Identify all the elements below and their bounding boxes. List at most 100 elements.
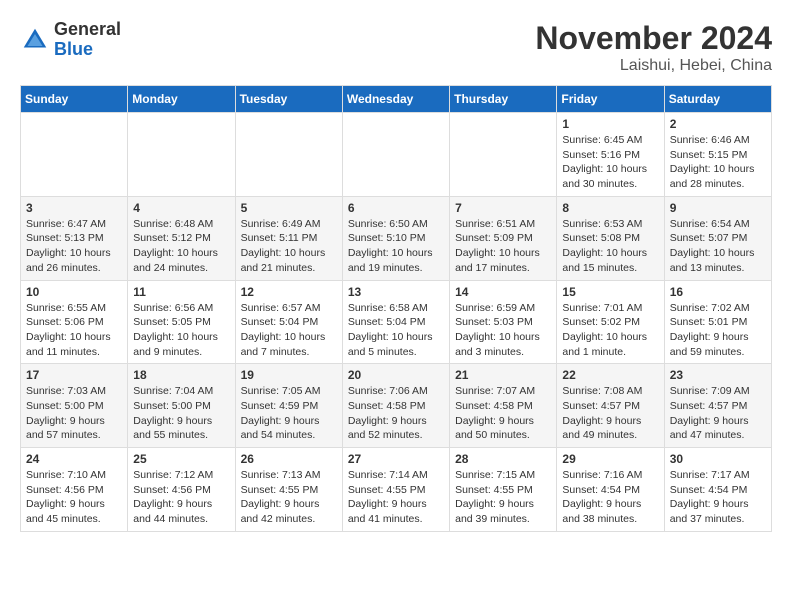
calendar-week-row: 1 Sunrise: 6:45 AM Sunset: 5:16 PM Daylig… <box>21 113 772 197</box>
table-row: 6Sunrise: 6:50 AM Sunset: 5:10 PM Daylig… <box>342 196 449 280</box>
day-info: Sunrise: 7:03 AM Sunset: 5:00 PM Dayligh… <box>26 384 122 443</box>
table-row <box>21 113 128 197</box>
table-row: 11Sunrise: 6:56 AM Sunset: 5:05 PM Dayli… <box>128 280 235 364</box>
day-number: 4 <box>133 201 229 215</box>
calendar-week-row: 10 Sunrise: 6:55 AM Sunset: 5:06 PM Dayli… <box>21 280 772 364</box>
day-number: 22 <box>562 368 658 382</box>
day-number: 29 <box>562 452 658 466</box>
table-row: 5Sunrise: 6:49 AM Sunset: 5:11 PM Daylig… <box>235 196 342 280</box>
day-info: Sunrise: 7:16 AM Sunset: 4:54 PM Dayligh… <box>562 468 658 527</box>
table-row: 16 Sunrise: 7:02 AM Sunset: 5:01 PM Dayli… <box>664 280 771 364</box>
table-row: 12 Sunrise: 6:57 AM Sunset: 5:04 PM Dayli… <box>235 280 342 364</box>
table-row: 1 Sunrise: 6:45 AM Sunset: 5:16 PM Daylig… <box>557 113 664 197</box>
day-info: Sunrise: 7:15 AM Sunset: 4:55 PM Dayligh… <box>455 468 551 527</box>
day-info: Sunrise: 7:17 AM Sunset: 4:54 PM Dayligh… <box>670 468 766 527</box>
table-row <box>128 113 235 197</box>
col-monday: Monday <box>128 86 235 113</box>
calendar-week-row: 17 Sunrise: 7:03 AM Sunset: 5:00 PM Dayli… <box>21 364 772 448</box>
table-row: 14 Sunrise: 6:59 AM Sunset: 5:03 PM Dayli… <box>450 280 557 364</box>
calendar-week-row: 3 Sunrise: 6:47 AM Sunset: 5:13 PM Daylig… <box>21 196 772 280</box>
day-number: 21 <box>455 368 551 382</box>
day-number: 30 <box>670 452 766 466</box>
day-number: 1 <box>562 117 658 131</box>
table-row: 2Sunrise: 6:46 AM Sunset: 5:15 PM Daylig… <box>664 113 771 197</box>
col-friday: Friday <box>557 86 664 113</box>
col-sunday: Sunday <box>21 86 128 113</box>
day-number: 7 <box>455 201 551 215</box>
day-number: 28 <box>455 452 551 466</box>
col-wednesday: Wednesday <box>342 86 449 113</box>
table-row: 20 Sunrise: 7:06 AM Sunset: 4:58 PM Dayli… <box>342 364 449 448</box>
table-row: 8Sunrise: 6:53 AM Sunset: 5:08 PM Daylig… <box>557 196 664 280</box>
day-info: Sunrise: 6:48 AM Sunset: 5:12 PM Dayligh… <box>133 217 229 276</box>
table-row: 4 Sunrise: 6:48 AM Sunset: 5:12 PM Daylig… <box>128 196 235 280</box>
table-row: 17 Sunrise: 7:03 AM Sunset: 5:00 PM Dayli… <box>21 364 128 448</box>
table-row: 28 Sunrise: 7:15 AM Sunset: 4:55 PM Dayli… <box>450 448 557 532</box>
logo-text: General Blue <box>54 20 121 60</box>
day-info: Sunrise: 7:07 AM Sunset: 4:58 PM Dayligh… <box>455 384 551 443</box>
table-row: 27 Sunrise: 7:14 AM Sunset: 4:55 PM Dayli… <box>342 448 449 532</box>
day-number: 16 <box>670 285 766 299</box>
col-saturday: Saturday <box>664 86 771 113</box>
day-info: Sunrise: 7:10 AM Sunset: 4:56 PM Dayligh… <box>26 468 122 527</box>
calendar-table: Sunday Monday Tuesday Wednesday Thursday… <box>20 85 772 532</box>
title-block: November 2024 Laishui, Hebei, China <box>535 20 772 75</box>
day-number: 18 <box>133 368 229 382</box>
day-info: Sunrise: 7:02 AM Sunset: 5:01 PM Dayligh… <box>670 301 766 360</box>
day-number: 15 <box>562 285 658 299</box>
day-number: 17 <box>26 368 122 382</box>
day-number: 14 <box>455 285 551 299</box>
table-row: 24 Sunrise: 7:10 AM Sunset: 4:56 PM Dayli… <box>21 448 128 532</box>
day-info: Sunrise: 6:49 AM Sunset: 5:11 PM Dayligh… <box>241 217 337 276</box>
day-number: 13 <box>348 285 444 299</box>
col-thursday: Thursday <box>450 86 557 113</box>
day-number: 27 <box>348 452 444 466</box>
day-info: Sunrise: 6:57 AM Sunset: 5:04 PM Dayligh… <box>241 301 337 360</box>
table-row: 22 Sunrise: 7:08 AM Sunset: 4:57 PM Dayli… <box>557 364 664 448</box>
day-number: 10 <box>26 285 122 299</box>
day-number: 8 <box>562 201 658 215</box>
table-row: 18 Sunrise: 7:04 AM Sunset: 5:00 PM Dayli… <box>128 364 235 448</box>
day-info: Sunrise: 6:54 AM Sunset: 5:07 PM Dayligh… <box>670 217 766 276</box>
day-number: 23 <box>670 368 766 382</box>
day-info: Sunrise: 7:14 AM Sunset: 4:55 PM Dayligh… <box>348 468 444 527</box>
day-info: Sunrise: 7:08 AM Sunset: 4:57 PM Dayligh… <box>562 384 658 443</box>
table-row <box>235 113 342 197</box>
table-row: 26 Sunrise: 7:13 AM Sunset: 4:55 PM Dayli… <box>235 448 342 532</box>
month-title: November 2024 <box>535 20 772 57</box>
day-number: 12 <box>241 285 337 299</box>
day-info: Sunrise: 7:13 AM Sunset: 4:55 PM Dayligh… <box>241 468 337 527</box>
day-number: 11 <box>133 285 229 299</box>
table-row: 13Sunrise: 6:58 AM Sunset: 5:04 PM Dayli… <box>342 280 449 364</box>
table-row: 29 Sunrise: 7:16 AM Sunset: 4:54 PM Dayli… <box>557 448 664 532</box>
day-info: Sunrise: 7:01 AM Sunset: 5:02 PM Dayligh… <box>562 301 658 360</box>
day-number: 24 <box>26 452 122 466</box>
logo: General Blue <box>20 20 121 60</box>
day-info: Sunrise: 6:51 AM Sunset: 5:09 PM Dayligh… <box>455 217 551 276</box>
day-number: 19 <box>241 368 337 382</box>
day-info: Sunrise: 6:59 AM Sunset: 5:03 PM Dayligh… <box>455 301 551 360</box>
table-row: 3 Sunrise: 6:47 AM Sunset: 5:13 PM Daylig… <box>21 196 128 280</box>
table-row: 9 Sunrise: 6:54 AM Sunset: 5:07 PM Daylig… <box>664 196 771 280</box>
day-info: Sunrise: 7:04 AM Sunset: 5:00 PM Dayligh… <box>133 384 229 443</box>
calendar-week-row: 24 Sunrise: 7:10 AM Sunset: 4:56 PM Dayli… <box>21 448 772 532</box>
day-info: Sunrise: 7:06 AM Sunset: 4:58 PM Dayligh… <box>348 384 444 443</box>
col-tuesday: Tuesday <box>235 86 342 113</box>
day-number: 25 <box>133 452 229 466</box>
day-info: Sunrise: 6:45 AM Sunset: 5:16 PM Dayligh… <box>562 133 658 192</box>
table-row: 7 Sunrise: 6:51 AM Sunset: 5:09 PM Daylig… <box>450 196 557 280</box>
table-row <box>342 113 449 197</box>
table-row: 23Sunrise: 7:09 AM Sunset: 4:57 PM Dayli… <box>664 364 771 448</box>
page-header: General Blue November 2024 Laishui, Hebe… <box>20 20 772 75</box>
day-info: Sunrise: 6:55 AM Sunset: 5:06 PM Dayligh… <box>26 301 122 360</box>
table-row: 21 Sunrise: 7:07 AM Sunset: 4:58 PM Dayli… <box>450 364 557 448</box>
logo-icon <box>20 25 50 55</box>
day-info: Sunrise: 7:12 AM Sunset: 4:56 PM Dayligh… <box>133 468 229 527</box>
day-info: Sunrise: 6:47 AM Sunset: 5:13 PM Dayligh… <box>26 217 122 276</box>
day-number: 9 <box>670 201 766 215</box>
day-number: 26 <box>241 452 337 466</box>
day-number: 3 <box>26 201 122 215</box>
table-row: 25 Sunrise: 7:12 AM Sunset: 4:56 PM Dayli… <box>128 448 235 532</box>
table-row <box>450 113 557 197</box>
day-number: 20 <box>348 368 444 382</box>
